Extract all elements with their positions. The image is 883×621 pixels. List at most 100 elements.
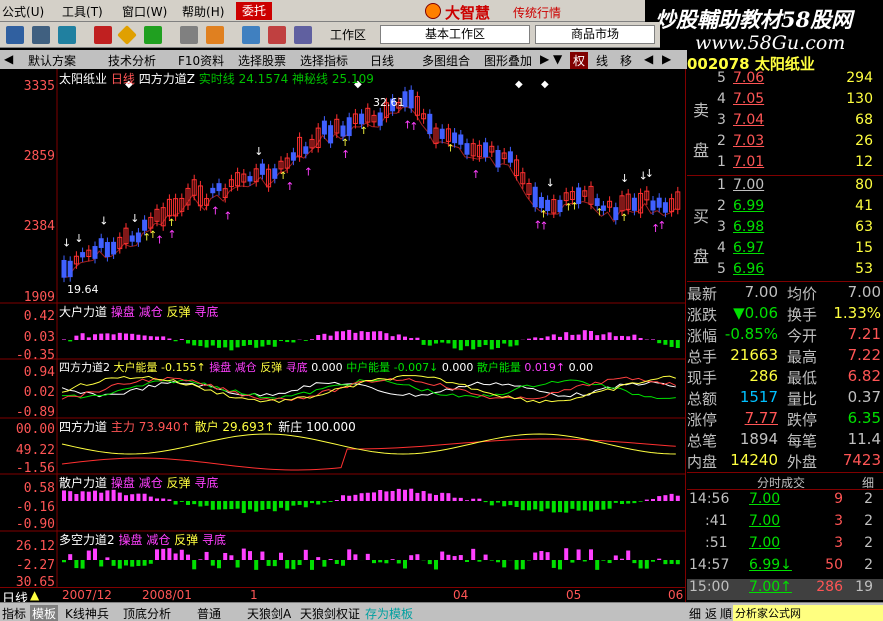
pane5-bar — [415, 554, 420, 560]
bid-row[interactable]: 4 6.97 15 — [687, 240, 883, 261]
chart-canvas[interactable]: ↓ ↓↓ ↓↑↑↑ ↑↑↑ ↑↓↑↑↑↑↑↑ ↑↑↑↑↑↑↑↓↑↑↑↓↑↓↓↑↑◆ ◆ ◆ ◆ — [0, 69, 686, 602]
pane1-bar — [173, 340, 178, 342]
arrow-right-icon[interactable]: ▶ — [662, 52, 671, 66]
pane1-bar — [396, 334, 401, 340]
bottom-tab-indicator[interactable]: 指标 — [2, 605, 26, 621]
tab-tech-analysis[interactable]: 技术分析 — [108, 52, 156, 69]
bid-row[interactable]: 5 6.96 53 — [687, 261, 883, 282]
pane1-bar — [148, 336, 153, 340]
pane5-bar — [260, 551, 265, 560]
tab-line[interactable]: 线 — [596, 52, 608, 69]
money-icon[interactable] — [144, 26, 162, 44]
tab-multi-chart[interactable]: 多图组合 — [422, 52, 470, 69]
prev-arrow-icon[interactable]: ◀ — [4, 52, 13, 66]
menu-tools[interactable]: 工具(T) — [62, 3, 103, 20]
pane4-bar — [74, 493, 79, 501]
bottom-tab-return[interactable]: 返 — [705, 605, 717, 621]
pane1-bar — [186, 340, 190, 344]
pane4-bar — [198, 501, 203, 507]
workarea-select[interactable]: 基本工作区 — [380, 25, 530, 44]
arrow-left-icon[interactable]: ◀ — [644, 52, 653, 66]
pane4-bar — [558, 501, 562, 513]
bottom-tab-normal[interactable]: 普通 — [197, 605, 221, 621]
pane4-bar — [384, 491, 389, 501]
bottom-tab-template[interactable]: 模板 — [30, 605, 59, 621]
pane5-bar — [124, 560, 128, 566]
order-button[interactable]: 委托 — [236, 2, 272, 20]
binoculars-icon[interactable] — [6, 26, 24, 44]
y-tick-main-2: 2384 — [23, 219, 55, 234]
target-icon[interactable] — [206, 26, 224, 44]
stat-row: 涨停 7.77 跌停 6.35 — [687, 409, 883, 430]
chevron-down-icon[interactable]: ▼ — [553, 52, 562, 66]
tab-default-scheme[interactable]: 默认方案 — [28, 52, 76, 69]
candle-body — [650, 200, 656, 211]
list-icon[interactable] — [242, 26, 260, 44]
tab-rights[interactable]: 权 — [570, 52, 589, 69]
pane5-bar — [620, 558, 624, 560]
alert-icon[interactable] — [94, 26, 112, 44]
tab-move[interactable]: 移 — [620, 52, 632, 69]
bid-volume: 15 — [855, 240, 873, 256]
pane4-bar — [316, 501, 321, 505]
pane1-bar — [179, 339, 184, 340]
ticks-detail-button[interactable]: 细 — [862, 474, 874, 491]
pane4-bar — [99, 492, 104, 501]
tab-f10[interactable]: F10资料 — [178, 52, 224, 69]
chart-icon[interactable] — [58, 26, 76, 44]
y-tick-p4-0: 0.58 — [23, 481, 55, 496]
ask-row[interactable]: 4 7.05 130 — [687, 91, 883, 112]
people-icon[interactable] — [32, 26, 50, 44]
pane1-bar — [545, 336, 550, 340]
y-tick-p1-1: 0.03 — [23, 330, 55, 345]
stat-key: 最新 — [687, 285, 718, 303]
bottom-tab-topbottom[interactable]: 顶底分析 — [123, 605, 171, 621]
next-arrow-icon[interactable]: ▶ — [540, 52, 549, 66]
tab-select-stock[interactable]: 选择股票 — [238, 52, 286, 69]
pane4-bar — [613, 501, 618, 503]
ask-row[interactable]: 1 7.01 12 — [687, 154, 883, 175]
bottom-tab-kline[interactable]: K线神兵 — [65, 605, 109, 621]
pane4-bar — [390, 490, 395, 501]
tab-daily[interactable]: 日线 — [370, 52, 394, 69]
ask-row[interactable]: 5 7.06 294 — [687, 70, 883, 91]
bottom-tab-save-template[interactable]: 存为模板 — [365, 605, 413, 621]
pane5-bar — [465, 560, 469, 562]
pane5-bar — [334, 560, 339, 564]
x-date-0: 2007/12 — [62, 588, 112, 602]
diamond-icon[interactable] — [117, 25, 137, 45]
pane1-bar — [260, 340, 265, 347]
bottom-tab-tianlang-a[interactable]: 天狼剑A — [247, 605, 291, 621]
triangle-icon[interactable]: ▲ — [30, 588, 39, 602]
window-icon[interactable] — [294, 26, 312, 44]
candle-body — [600, 205, 606, 211]
pane5-bar — [179, 549, 184, 560]
bottom-tab-tianlang-warrant[interactable]: 天狼剑权证 — [300, 605, 360, 621]
pane1-bar — [613, 336, 618, 340]
pane5-bar — [607, 560, 612, 564]
ask-row[interactable]: 2 7.03 26 — [687, 133, 883, 154]
menu-window[interactable]: 窗口(W) — [122, 3, 167, 20]
grid-icon[interactable] — [180, 26, 198, 44]
bid-row[interactable]: 2 6.99 41 — [687, 198, 883, 219]
bars-icon[interactable] — [268, 26, 286, 44]
chart-area[interactable]: ↓ ↓ ↓ ↓ ↑ ↑ ↑ ↑ ↑ ↑ ↑ ↓ ↑ ↑ ↑ ↑ ↑ ↑ ↑ ↑ ↑ ↑ ↑ ↑ ↑ ↓ ↑ ↑ ↑ ↓ ↑ ↓ ↓ ↑ ↑ ◆ ◆ ◆ ◆ … — [0, 69, 686, 607]
pane2-label-5: 寻底 — [285, 361, 308, 374]
pane5-bar — [365, 553, 370, 560]
pane5-bar — [328, 558, 333, 560]
bid-row[interactable]: 1 7.00 80 — [687, 177, 883, 198]
bid-row[interactable]: 3 6.98 63 — [687, 219, 883, 240]
ask-row[interactable]: 3 7.04 68 — [687, 112, 883, 133]
pane1-bar — [440, 340, 445, 343]
pane5-bar — [558, 560, 562, 570]
pane5-bar — [483, 554, 488, 560]
menu-formula[interactable]: 公式(U) — [2, 3, 44, 20]
pane4-bar — [148, 496, 153, 501]
market-select[interactable]: 商品市场 — [535, 25, 655, 44]
pane1-label-0: 操盘 — [110, 305, 135, 319]
menu-help[interactable]: 帮助(H) — [182, 3, 224, 20]
bottom-tab-detail[interactable]: 细 — [689, 605, 701, 621]
tab-overlay[interactable]: 图形叠加 — [484, 52, 532, 69]
tab-select-indicator[interactable]: 选择指标 — [300, 52, 348, 69]
bottom-tab-shun[interactable]: 順 — [720, 605, 732, 621]
